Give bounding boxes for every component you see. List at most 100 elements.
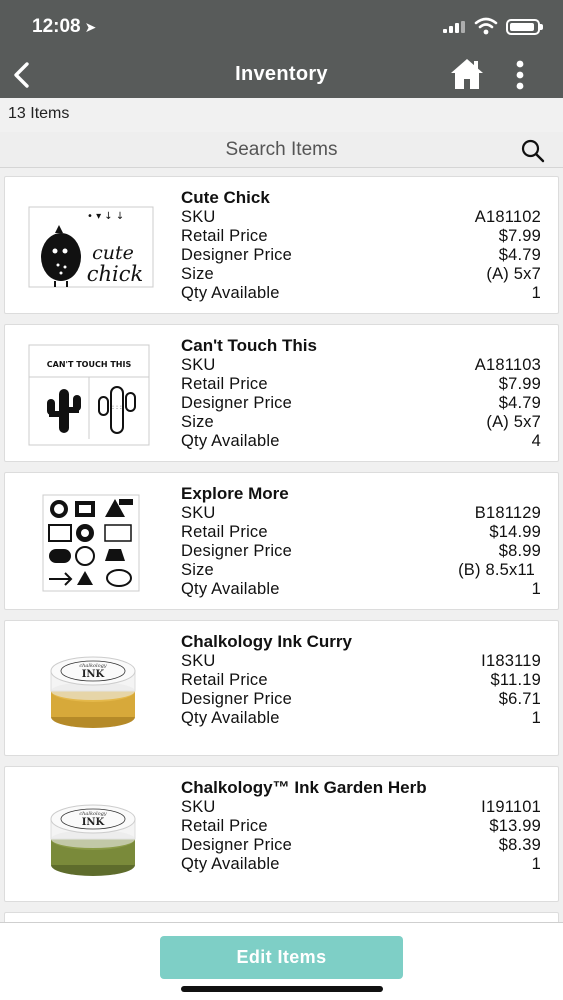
jar-label: INK [82, 817, 105, 828]
qty-label: Qty Available [181, 580, 280, 598]
retail-price-label: Retail Price [181, 523, 268, 541]
jar-label: INK [82, 669, 105, 680]
size-value: (A) 5x7 [486, 265, 541, 283]
designer-price-label: Designer Price [181, 690, 293, 708]
size-row: Size (B) 8.5x11 [181, 561, 541, 580]
list-item-partial[interactable] [4, 912, 559, 922]
search-input[interactable] [0, 132, 563, 168]
retail-price-label: Retail Price [181, 227, 268, 245]
sku-row: SKU B181129 [181, 504, 541, 523]
qty-row: Qty Available 4 [181, 432, 541, 451]
item-title: Explore More [181, 484, 289, 503]
sku-row: SKU A181102 [181, 208, 541, 227]
battery-icon [506, 19, 543, 35]
designer-price-label: Designer Price [181, 836, 293, 854]
qty-label: Qty Available [181, 284, 280, 302]
qty-label: Qty Available [181, 855, 280, 873]
list-item[interactable]: chalkology INK Chalkology Ink Curry SKU I… [4, 620, 559, 756]
designer-price-value: $4.79 [498, 246, 541, 264]
bottom-bar: Edit Items [0, 922, 563, 1000]
qty-value: 1 [531, 709, 541, 727]
designer-price-label: Designer Price [181, 542, 293, 560]
designer-price-value: $4.79 [498, 394, 541, 412]
qty-label: Qty Available [181, 432, 280, 450]
sku-row: SKU I183119 [181, 652, 541, 671]
qty-label: Qty Available [181, 709, 280, 727]
retail-price-value: $13.99 [489, 817, 541, 835]
item-title: Chalkology Ink Curry [181, 632, 352, 651]
retail-price-label: Retail Price [181, 375, 268, 393]
item-title: Can't Touch This [181, 336, 317, 355]
size-value: (B) 8.5x11 [458, 561, 535, 579]
retail-price-value: $7.99 [498, 227, 541, 245]
thumb-text-chick: chick [87, 262, 144, 286]
cellular-signal-icon [443, 21, 467, 33]
list-item[interactable]: Explore More SKU B181129 Retail Price $14.… [4, 472, 559, 610]
qty-value: 1 [531, 855, 541, 873]
retail-price-label: Retail Price [181, 817, 268, 835]
qty-row: Qty Available 1 [181, 709, 541, 728]
sku-value: A181103 [474, 356, 541, 374]
search-icon[interactable] [520, 138, 546, 164]
qty-value: 1 [531, 284, 541, 302]
qty-row: Qty Available 1 [181, 580, 541, 599]
size-label: Size [181, 413, 214, 431]
retail-price-row: Retail Price $14.99 [181, 523, 541, 542]
retail-price-label: Retail Price [181, 671, 268, 689]
top-bar: 12:08 ➤ Inventory [0, 0, 563, 98]
designer-price-label: Designer Price [181, 394, 293, 412]
retail-price-value: $11.19 [490, 671, 541, 689]
search-bar [0, 132, 563, 168]
size-value: (A) 5x7 [486, 413, 541, 431]
size-label: Size [181, 265, 214, 283]
sku-row: SKU A181103 [181, 356, 541, 375]
item-count: 13 Items [8, 105, 70, 122]
list-item[interactable]: chalkology INK Chalkology™ Ink Garden He… [4, 766, 559, 902]
sku-label: SKU [181, 504, 216, 522]
ink-jar-image: chalkology INK [50, 804, 136, 876]
qty-value: 1 [531, 580, 541, 598]
designer-price-value: $8.99 [498, 542, 541, 560]
size-row: Size (A) 5x7 [181, 413, 541, 432]
size-row: Size (A) 5x7 [181, 265, 541, 284]
list-item[interactable]: CAN'T TOUCH THIS : : : Can't Touch This … [4, 324, 559, 462]
sku-value: I191101 [481, 798, 541, 816]
sku-value: I183119 [481, 652, 541, 670]
wifi-icon [474, 17, 498, 35]
sku-value: A181102 [474, 208, 541, 226]
designer-price-row: Designer Price $8.39 [181, 836, 541, 855]
retail-price-row: Retail Price $11.19 [181, 671, 541, 690]
svg-text:• ▾ ↓ ↓: • ▾ ↓ ↓ [87, 211, 124, 222]
home-indicator [181, 986, 383, 992]
designer-price-row: Designer Price $4.79 [181, 246, 541, 265]
retail-price-row: Retail Price $13.99 [181, 817, 541, 836]
designer-price-value: $8.39 [498, 836, 541, 854]
inventory-list: • ▾ ↓ ↓ cute chick Cute Chick SKU A181102… [0, 168, 563, 922]
home-icon[interactable] [449, 56, 485, 92]
designer-price-label: Designer Price [181, 246, 293, 264]
designer-price-value: $6.71 [498, 690, 541, 708]
more-vertical-icon[interactable] [512, 60, 528, 90]
list-item[interactable]: • ▾ ↓ ↓ cute chick Cute Chick SKU A181102… [4, 176, 559, 314]
designer-price-row: Designer Price $6.71 [181, 690, 541, 709]
edit-items-button[interactable]: Edit Items [160, 936, 403, 979]
thumb-text-cant-touch: CAN'T TOUCH THIS [47, 360, 132, 369]
qty-value: 4 [531, 432, 541, 450]
sku-label: SKU [181, 208, 216, 226]
sku-label: SKU [181, 356, 216, 374]
sku-value: B181129 [474, 504, 541, 522]
size-label: Size [181, 561, 214, 579]
designer-price-row: Designer Price $4.79 [181, 394, 541, 413]
stamp-thumbnail-image: CAN'T TOUCH THIS : : : [28, 344, 150, 446]
item-title: Cute Chick [181, 188, 270, 207]
retail-price-value: $14.99 [489, 523, 541, 541]
retail-price-row: Retail Price $7.99 [181, 227, 541, 246]
item-count-row: 13 Items [0, 98, 563, 132]
stamp-thumbnail-image [42, 494, 140, 592]
item-title: Chalkology™ Ink Garden Herb [181, 778, 427, 797]
status-time: 12:08 ➤ [32, 16, 96, 38]
ink-jar-image: chalkology INK [50, 656, 136, 728]
thumb-text-cute: cute [92, 242, 134, 264]
sku-label: SKU [181, 652, 216, 670]
clock-text: 12:08 [32, 16, 81, 37]
